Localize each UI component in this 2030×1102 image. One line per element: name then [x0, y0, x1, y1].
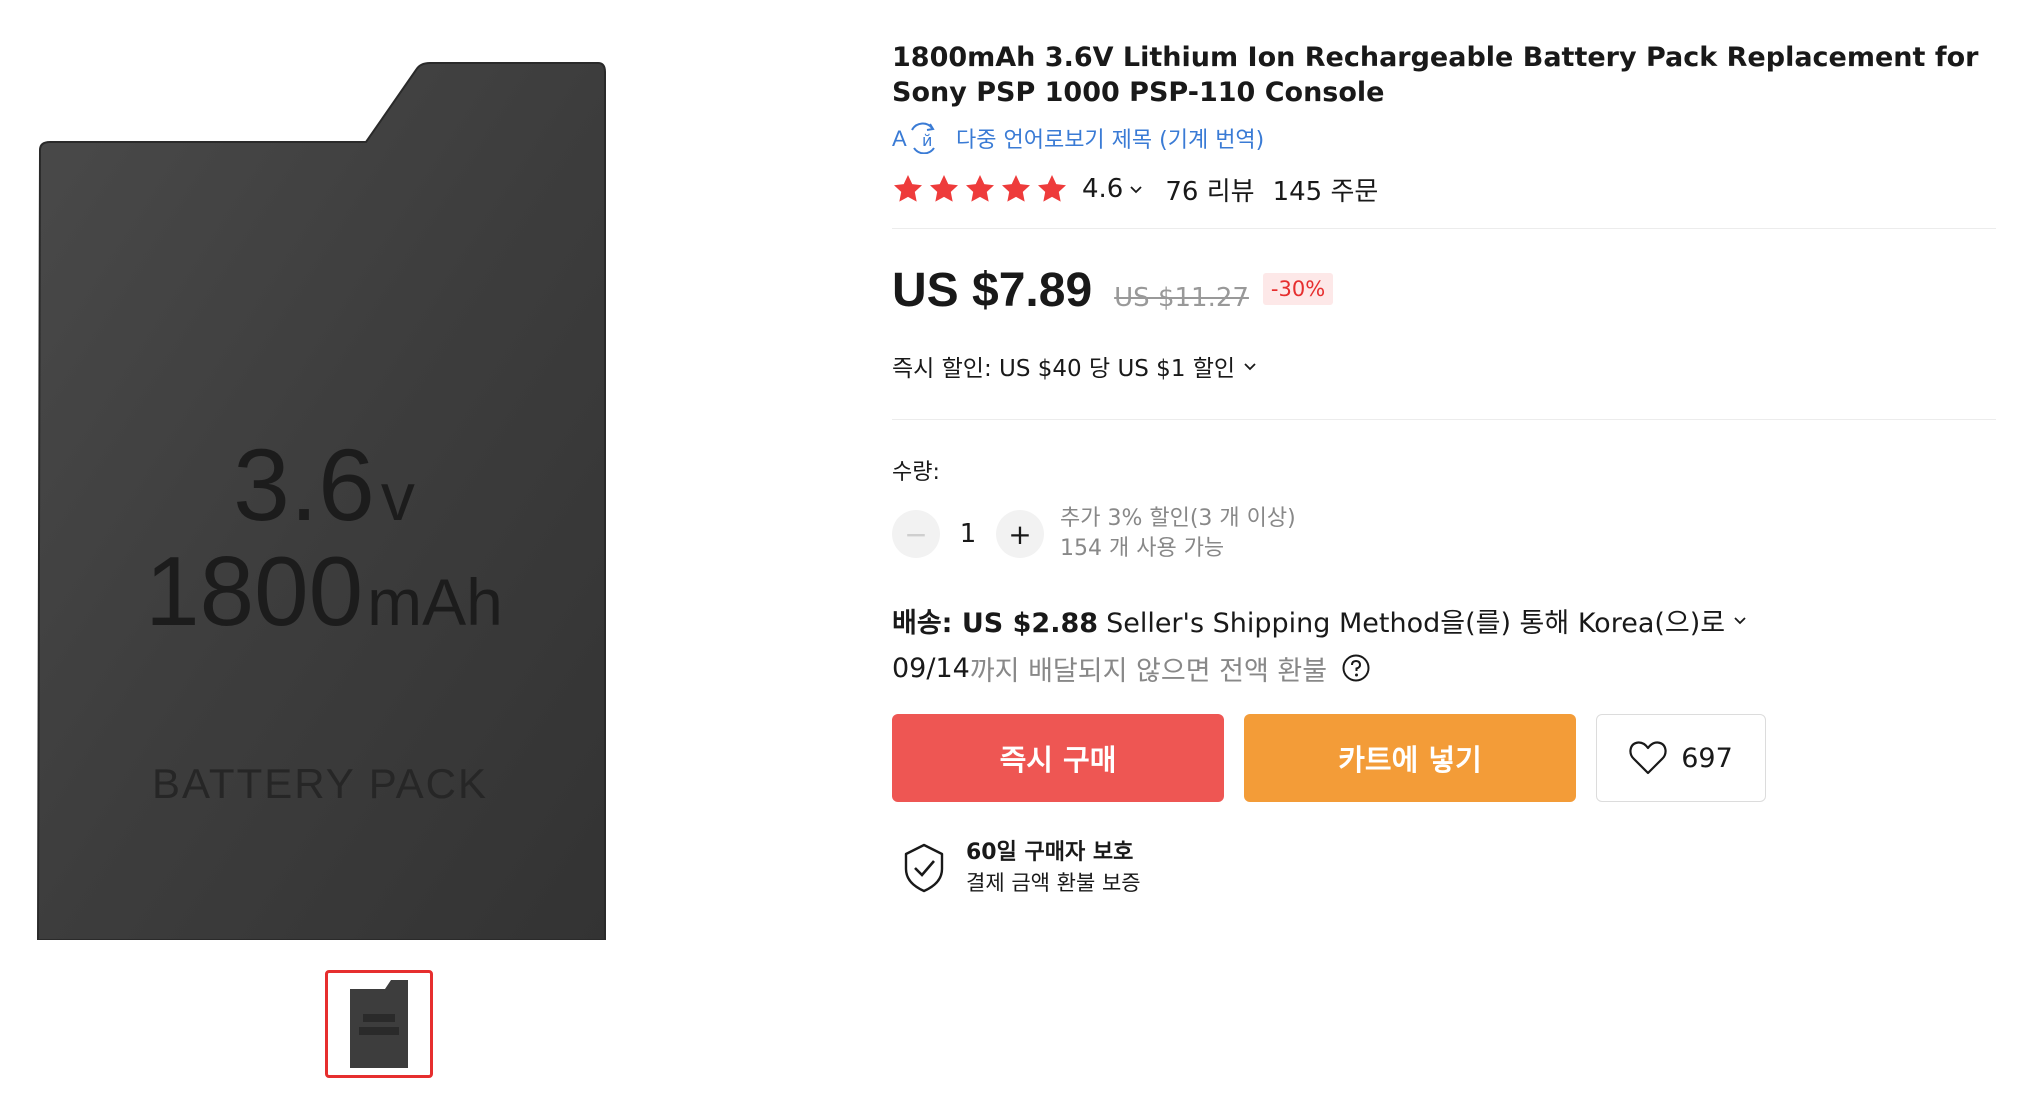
- quantity-label: 수량:: [892, 460, 940, 485]
- reviews-count[interactable]: 76 리뷰: [1165, 171, 1254, 208]
- product-title: 1800mAh 3.6V Lithium Ion Rechargeable Ba…: [892, 42, 1979, 108]
- quantity-decrease-button[interactable]: −: [892, 510, 940, 558]
- product-page: 3.6v 1800mAh BATTERY PACK 1800mAh 3.6V L…: [0, 0, 2030, 1102]
- wishlist-button[interactable]: 697: [1596, 714, 1766, 802]
- translate-link[interactable]: A й 다중 언어로보기 제목 (기계 번역): [892, 120, 1996, 156]
- delivery-text: 까지 배달되지 않으면 전액 환불: [969, 655, 1328, 687]
- translate-icon: A й: [892, 122, 935, 154]
- shipping-price: 배송: US $2.88: [892, 607, 1099, 639]
- instant-discount-text: 즉시 할인: US $40 당 US $1 할인: [892, 356, 1236, 382]
- chevron-down-icon: [1734, 617, 1746, 625]
- battery-image: 3.6v 1800mAh BATTERY PACK: [36, 62, 606, 940]
- translate-label: 다중 언어로보기 제목 (기계 번역): [956, 128, 1265, 153]
- product-main-image[interactable]: 3.6v 1800mAh BATTERY PACK: [36, 60, 606, 940]
- svg-text:A: A: [892, 126, 907, 151]
- help-icon[interactable]: [1341, 653, 1371, 683]
- wishlist-count: 697: [1681, 742, 1733, 774]
- chevron-down-icon[interactable]: [1129, 182, 1143, 196]
- battery-thumbnail-icon: [350, 980, 408, 1068]
- action-buttons: 즉시 구매 카트에 넣기 697: [892, 714, 1996, 802]
- star-icon: [894, 175, 922, 202]
- orders-count: 145 주문: [1272, 176, 1379, 207]
- heart-icon: [1629, 741, 1667, 775]
- rating-value[interactable]: 4.6: [1082, 174, 1123, 204]
- quantity-increase-button[interactable]: +: [996, 510, 1044, 558]
- star-icon: [1038, 175, 1066, 202]
- protection-text: 60일 구매자 보호 결제 금액 환불 보증: [966, 838, 1141, 898]
- quantity-stepper: − 1 + 추가 3% 할인(3 개 이상) 154 개 사용 가능: [892, 504, 1996, 564]
- shield-check-icon: [904, 843, 944, 893]
- price-row: US $7.89 US $11.27 -30%: [892, 263, 1996, 323]
- rating-stars: [892, 173, 1068, 205]
- quantity-value[interactable]: 1: [940, 519, 996, 549]
- current-price: US $7.89: [892, 264, 1093, 317]
- bulk-discount-text: 추가 3% 할인(3 개 이상): [1060, 506, 1296, 531]
- divider: [892, 419, 1996, 420]
- svg-text:й: й: [922, 131, 932, 150]
- stock-available-text: 154 개 사용 가능: [1060, 536, 1225, 561]
- buyer-protection: 60일 구매자 보호 결제 금액 환불 보증: [892, 838, 1996, 898]
- original-price: US $11.27: [1114, 283, 1249, 313]
- protection-subtitle: 결제 금액 환불 보증: [966, 871, 1141, 895]
- buy-now-button[interactable]: 즉시 구매: [892, 714, 1224, 802]
- shipping-row[interactable]: 배송: US $2.88 Seller's Shipping Method을(를…: [892, 600, 1996, 640]
- shipping-method: Seller's Shipping Method을(를) 통해 Korea(으)…: [1106, 607, 1726, 639]
- thumbnail-1[interactable]: [325, 970, 433, 1078]
- discount-badge: -30%: [1262, 273, 1334, 305]
- quantity-info: 추가 3% 할인(3 개 이상) 154 개 사용 가능: [1060, 504, 1296, 564]
- delivery-date: 09/14: [892, 652, 970, 684]
- rating-row: 4.6 76 리뷰 145 주문: [892, 170, 1996, 208]
- delivery-guarantee: 09/14 까지 배달되지 않으면 전액 환불: [892, 648, 1996, 688]
- add-to-cart-button[interactable]: 카트에 넣기: [1244, 714, 1576, 802]
- product-info: 1800mAh 3.6V Lithium Ion Rechargeable Ba…: [892, 40, 1996, 898]
- protection-title: 60일 구매자 보호: [966, 840, 1134, 865]
- instant-discount[interactable]: 즉시 할인: US $40 당 US $1 할인: [892, 349, 1996, 383]
- star-icon: [1002, 175, 1030, 202]
- divider: [892, 228, 1996, 229]
- star-icon: [930, 175, 958, 202]
- battery-label-text: BATTERY PACK: [152, 760, 488, 807]
- star-icon: [966, 175, 994, 202]
- chevron-down-icon: [1244, 363, 1256, 371]
